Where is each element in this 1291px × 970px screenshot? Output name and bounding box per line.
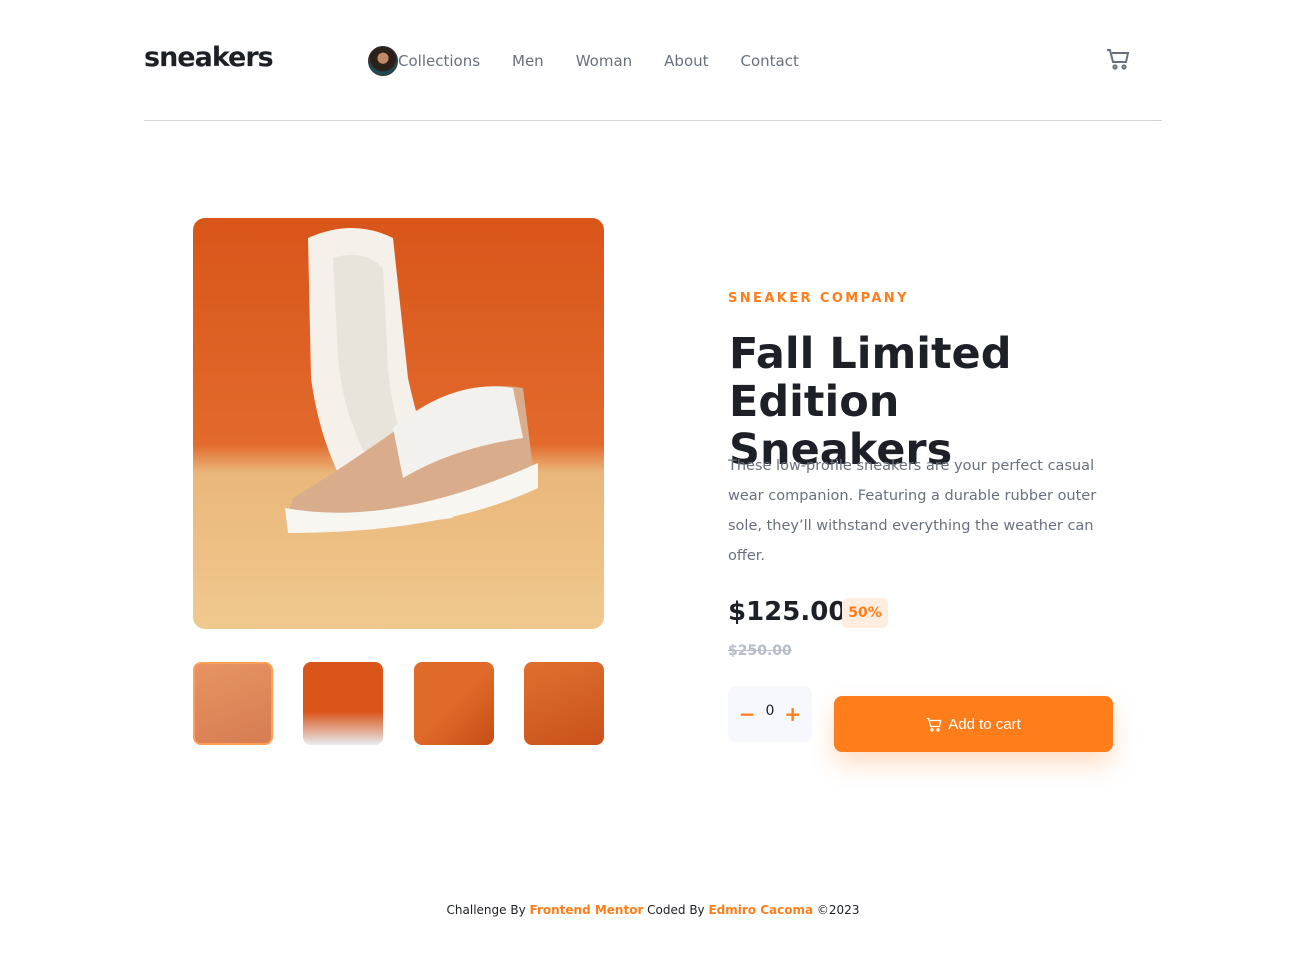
thumbnail-4[interactable] bbox=[524, 662, 604, 745]
footer-text: ©2023 bbox=[813, 903, 860, 917]
product-image[interactable] bbox=[193, 218, 604, 629]
cart-icon bbox=[926, 717, 942, 732]
minus-button[interactable]: − bbox=[739, 702, 756, 726]
nav-about[interactable]: About bbox=[664, 52, 708, 70]
quantity-stepper: − 0 + bbox=[728, 686, 812, 742]
cart-icon[interactable] bbox=[1106, 48, 1130, 74]
nav-contact[interactable]: Contact bbox=[741, 52, 799, 70]
main-nav: Collections Men Woman About Contact bbox=[368, 46, 799, 76]
thumbnail-1[interactable] bbox=[193, 662, 273, 745]
header-divider bbox=[144, 120, 1162, 121]
nav-men[interactable]: Men bbox=[512, 52, 544, 70]
frontend-mentor-link[interactable]: Frontend Mentor bbox=[530, 903, 644, 917]
thumbnail-3[interactable] bbox=[414, 662, 494, 745]
avatar[interactable] bbox=[368, 46, 398, 76]
add-to-cart-label: Add to cart bbox=[948, 715, 1021, 733]
quantity-value: 0 bbox=[765, 703, 775, 719]
footer-text: Challenge By bbox=[446, 903, 530, 917]
nav-collections[interactable]: Collections bbox=[398, 52, 480, 70]
discount-badge: 50% bbox=[842, 598, 888, 628]
footer-text: Coded By bbox=[643, 903, 709, 917]
current-price: $125.00 bbox=[728, 597, 847, 627]
company-name: SNEAKER COMPANY bbox=[728, 291, 909, 306]
thumbnail-2[interactable] bbox=[303, 662, 383, 745]
product-description: These low-profile sneakers are your perf… bbox=[728, 458, 1097, 564]
nav-woman[interactable]: Woman bbox=[576, 52, 632, 70]
add-to-cart-button[interactable]: Add to cart bbox=[834, 696, 1113, 752]
plus-button[interactable]: + bbox=[784, 702, 801, 726]
original-price: $250.00 bbox=[728, 643, 792, 659]
logo[interactable]: sneakers bbox=[144, 42, 274, 73]
author-link[interactable]: Edmiro Cacoma bbox=[708, 903, 813, 917]
footer: Challenge By Frontend Mentor Coded By Ed… bbox=[0, 903, 1291, 917]
